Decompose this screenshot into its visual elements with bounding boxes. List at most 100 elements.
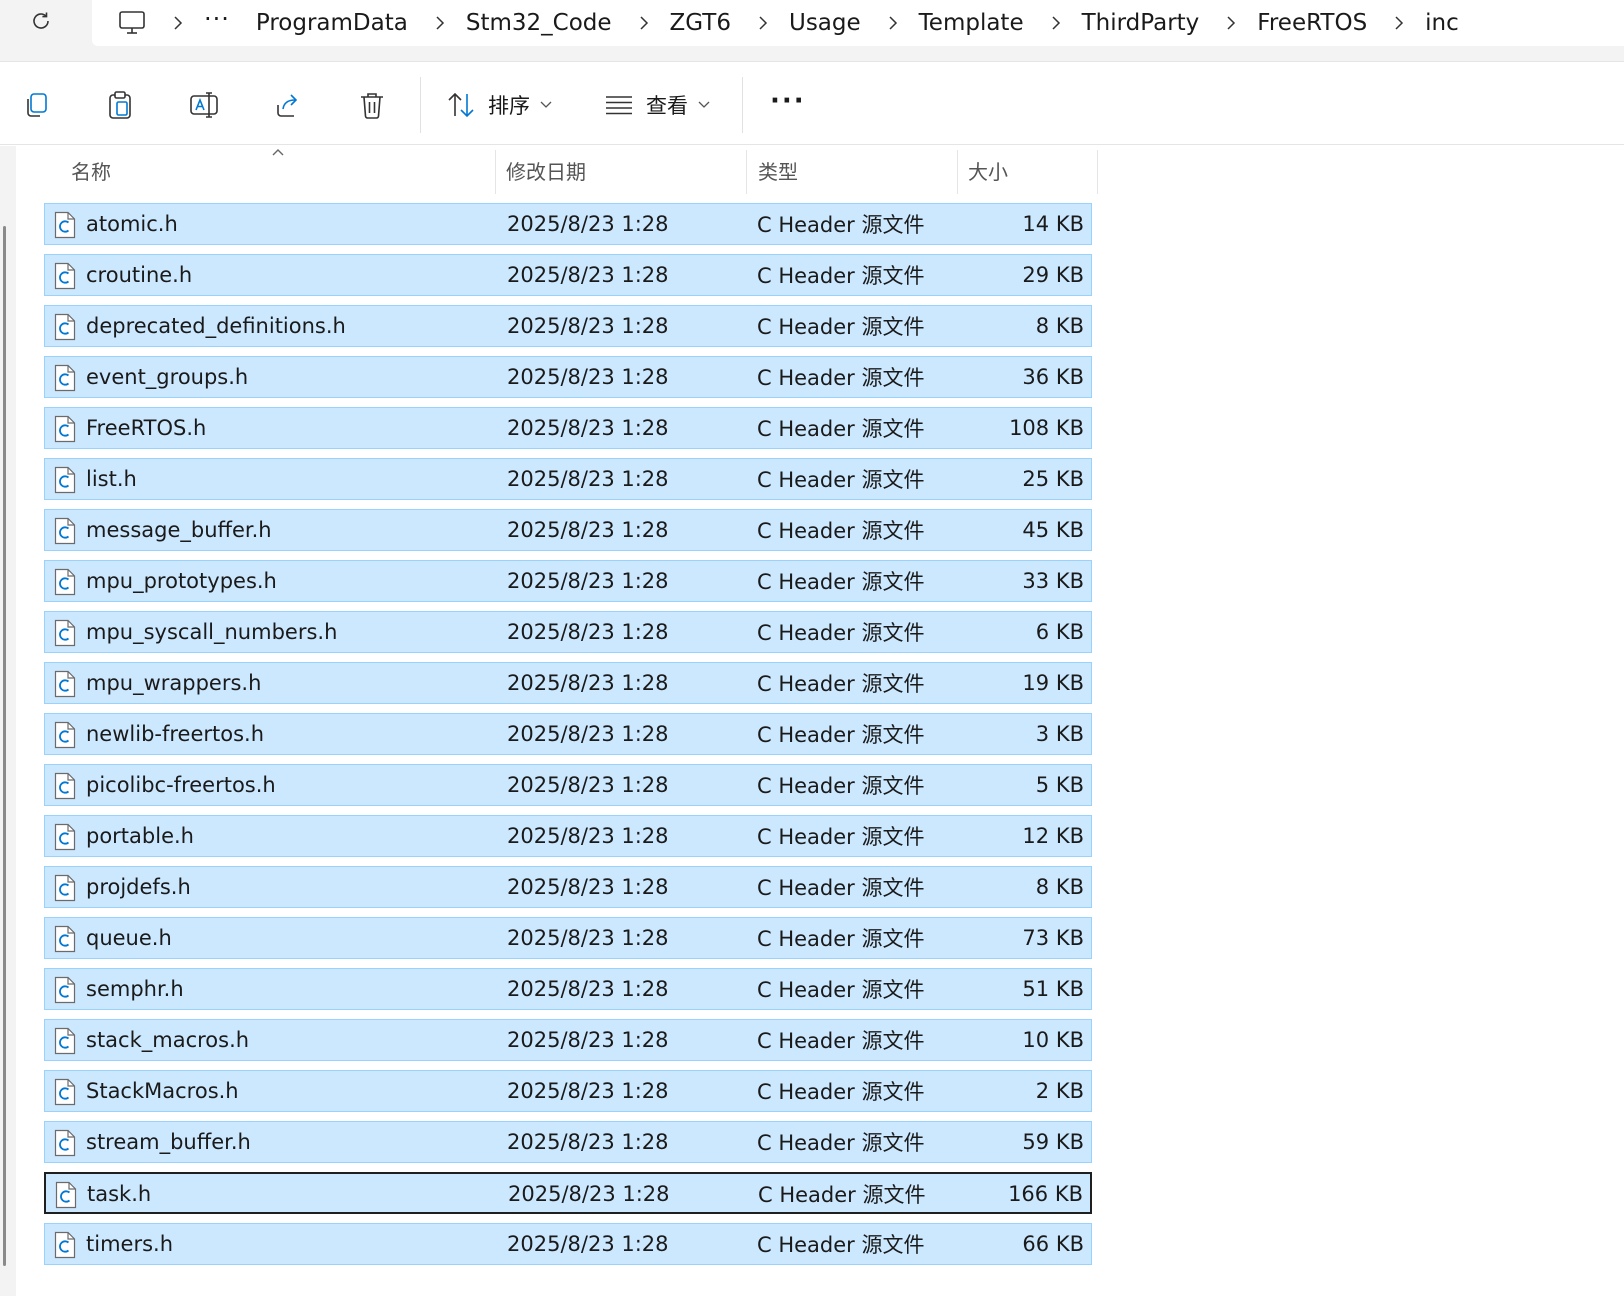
rename-icon xyxy=(190,92,218,118)
this-pc-icon[interactable] xyxy=(116,7,148,39)
file-row[interactable]: stream_buffer.h 2025/8/23 1:28 C Header … xyxy=(44,1121,1092,1163)
breadcrumb-item[interactable]: Template xyxy=(919,10,1024,36)
file-row[interactable]: picolibc-freertos.h 2025/8/23 1:28 C Hea… xyxy=(44,764,1092,806)
file-row[interactable]: event_groups.h 2025/8/23 1:28 C Header 源… xyxy=(44,356,1092,398)
chevron-right-icon xyxy=(755,15,771,31)
file-modified-date: 2025/8/23 1:28 xyxy=(507,875,669,899)
file-row[interactable]: StackMacros.h 2025/8/23 1:28 C Header 源文… xyxy=(44,1070,1092,1112)
file-modified-date: 2025/8/23 1:28 xyxy=(507,620,669,644)
more-options-button[interactable]: ··· xyxy=(770,81,806,129)
file-row[interactable]: stack_macros.h 2025/8/23 1:28 C Header 源… xyxy=(44,1019,1092,1061)
file-size: 5 KB xyxy=(1035,773,1084,797)
breadcrumb-more-button[interactable]: ··· xyxy=(204,7,230,31)
file-type: C Header 源文件 xyxy=(757,366,925,390)
file-name: mpu_wrappers.h xyxy=(86,671,262,695)
file-row[interactable]: croutine.h 2025/8/23 1:28 C Header 源文件 2… xyxy=(44,254,1092,296)
file-row[interactable]: queue.h 2025/8/23 1:28 C Header 源文件 73 K… xyxy=(44,917,1092,959)
file-size: 166 KB xyxy=(1008,1182,1083,1206)
file-size: 25 KB xyxy=(1022,467,1084,491)
file-size: 51 KB xyxy=(1022,977,1084,1001)
sort-button[interactable]: 排序 xyxy=(446,81,552,129)
breadcrumb-item[interactable]: Stm32_Code xyxy=(466,10,612,36)
file-row[interactable]: list.h 2025/8/23 1:28 C Header 源文件 25 KB xyxy=(44,458,1092,500)
sort-icon xyxy=(448,92,474,118)
file-row[interactable]: mpu_wrappers.h 2025/8/23 1:28 C Header 源… xyxy=(44,662,1092,704)
column-divider[interactable] xyxy=(1097,150,1098,194)
file-modified-date: 2025/8/23 1:28 xyxy=(507,1130,669,1154)
file-row[interactable]: semphr.h 2025/8/23 1:28 C Header 源文件 51 … xyxy=(44,968,1092,1010)
refresh-icon xyxy=(33,12,49,29)
column-header-name[interactable]: 名称 xyxy=(71,146,111,194)
copy-button[interactable] xyxy=(12,81,60,129)
file-size: 8 KB xyxy=(1035,314,1084,338)
c-header-file-icon xyxy=(54,976,76,1004)
c-header-file-icon xyxy=(54,1129,76,1157)
file-name: mpu_prototypes.h xyxy=(86,569,277,593)
file-row[interactable]: message_buffer.h 2025/8/23 1:28 C Header… xyxy=(44,509,1092,551)
rename-button[interactable] xyxy=(180,81,228,129)
file-size: 8 KB xyxy=(1035,875,1084,899)
file-row[interactable]: task.h 2025/8/23 1:28 C Header 源文件 166 K… xyxy=(44,1172,1092,1214)
file-name: event_groups.h xyxy=(86,365,249,389)
file-name: semphr.h xyxy=(86,977,184,1001)
c-header-file-icon xyxy=(54,568,76,596)
breadcrumb[interactable]: ··· ProgramData Stm32_Code ZGT6 Usage Templa… xyxy=(92,0,1624,46)
file-row[interactable]: deprecated_definitions.h 2025/8/23 1:28 … xyxy=(44,305,1092,347)
c-header-file-icon xyxy=(54,262,76,290)
c-header-file-icon xyxy=(54,517,76,545)
file-modified-date: 2025/8/23 1:28 xyxy=(507,926,669,950)
copy-icon xyxy=(27,93,47,117)
file-size: 19 KB xyxy=(1022,671,1084,695)
file-modified-date: 2025/8/23 1:28 xyxy=(507,212,669,236)
address-strip: ··· ProgramData Stm32_Code ZGT6 Usage Templa… xyxy=(0,0,1624,62)
file-list-pane: 名称 修改日期 类型 大小 atomic.h 2025/8/23 1:28 C … xyxy=(0,146,1624,1296)
file-size: 10 KB xyxy=(1022,1028,1084,1052)
file-size: 6 KB xyxy=(1035,620,1084,644)
refresh-button[interactable] xyxy=(22,2,60,40)
file-modified-date: 2025/8/23 1:28 xyxy=(507,518,669,542)
file-name: stack_macros.h xyxy=(86,1028,250,1052)
file-modified-date: 2025/8/23 1:28 xyxy=(507,263,669,287)
file-row[interactable]: atomic.h 2025/8/23 1:28 C Header 源文件 14 … xyxy=(44,203,1092,245)
column-divider[interactable] xyxy=(746,150,747,194)
file-row[interactable]: portable.h 2025/8/23 1:28 C Header 源文件 1… xyxy=(44,815,1092,857)
scrollbar[interactable] xyxy=(3,226,6,1266)
breadcrumb-item[interactable]: ThirdParty xyxy=(1082,10,1200,36)
column-header-size[interactable]: 大小 xyxy=(968,146,1008,194)
view-button[interactable]: 查看 xyxy=(604,81,710,129)
file-row[interactable]: projdefs.h 2025/8/23 1:28 C Header 源文件 8… xyxy=(44,866,1092,908)
file-modified-date: 2025/8/23 1:28 xyxy=(507,1028,669,1052)
file-rows: atomic.h 2025/8/23 1:28 C Header 源文件 14 … xyxy=(44,203,1092,1274)
file-row[interactable]: mpu_syscall_numbers.h 2025/8/23 1:28 C H… xyxy=(44,611,1092,653)
chevron-right-icon xyxy=(636,15,652,31)
file-row[interactable]: timers.h 2025/8/23 1:28 C Header 源文件 66 … xyxy=(44,1223,1092,1265)
column-header-date[interactable]: 修改日期 xyxy=(506,146,586,194)
c-header-file-icon xyxy=(55,1181,77,1209)
c-header-file-icon xyxy=(54,313,76,341)
file-name: message_buffer.h xyxy=(86,518,272,542)
breadcrumb-item[interactable]: ProgramData xyxy=(256,10,408,36)
file-type: C Header 源文件 xyxy=(757,315,925,339)
file-type: C Header 源文件 xyxy=(757,570,925,594)
file-row[interactable]: mpu_prototypes.h 2025/8/23 1:28 C Header… xyxy=(44,560,1092,602)
chevron-right-icon xyxy=(885,15,901,31)
c-header-file-icon xyxy=(54,823,76,851)
file-type: C Header 源文件 xyxy=(757,213,925,237)
paste-button[interactable] xyxy=(96,81,144,129)
share-button[interactable] xyxy=(264,81,312,129)
column-divider[interactable] xyxy=(957,150,958,194)
column-divider[interactable] xyxy=(495,150,496,194)
chevron-down-icon xyxy=(540,101,552,108)
column-header-type[interactable]: 类型 xyxy=(758,146,798,194)
file-row[interactable]: FreeRTOS.h 2025/8/23 1:28 C Header 源文件 1… xyxy=(44,407,1092,449)
file-type: C Header 源文件 xyxy=(757,978,925,1002)
breadcrumb-item[interactable]: inc xyxy=(1425,10,1459,36)
file-row[interactable]: newlib-freertos.h 2025/8/23 1:28 C Heade… xyxy=(44,713,1092,755)
delete-button[interactable] xyxy=(348,81,396,129)
file-name: mpu_syscall_numbers.h xyxy=(86,620,338,644)
list-view-icon xyxy=(606,96,632,115)
breadcrumb-item[interactable]: FreeRTOS xyxy=(1257,10,1367,36)
breadcrumb-item[interactable]: ZGT6 xyxy=(670,10,731,36)
breadcrumb-item[interactable]: Usage xyxy=(789,10,861,36)
file-modified-date: 2025/8/23 1:28 xyxy=(507,569,669,593)
